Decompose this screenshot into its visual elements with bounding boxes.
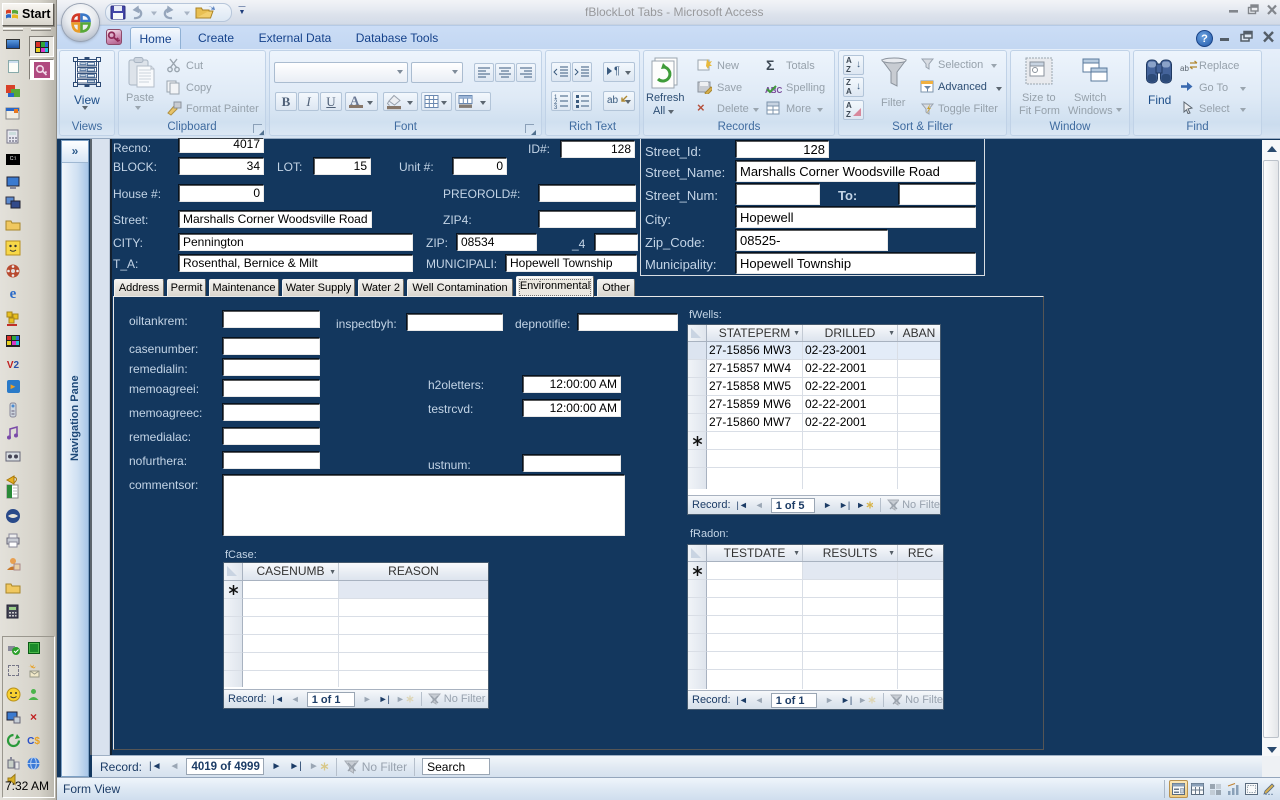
svg-text:3: 3 bbox=[554, 105, 558, 110]
